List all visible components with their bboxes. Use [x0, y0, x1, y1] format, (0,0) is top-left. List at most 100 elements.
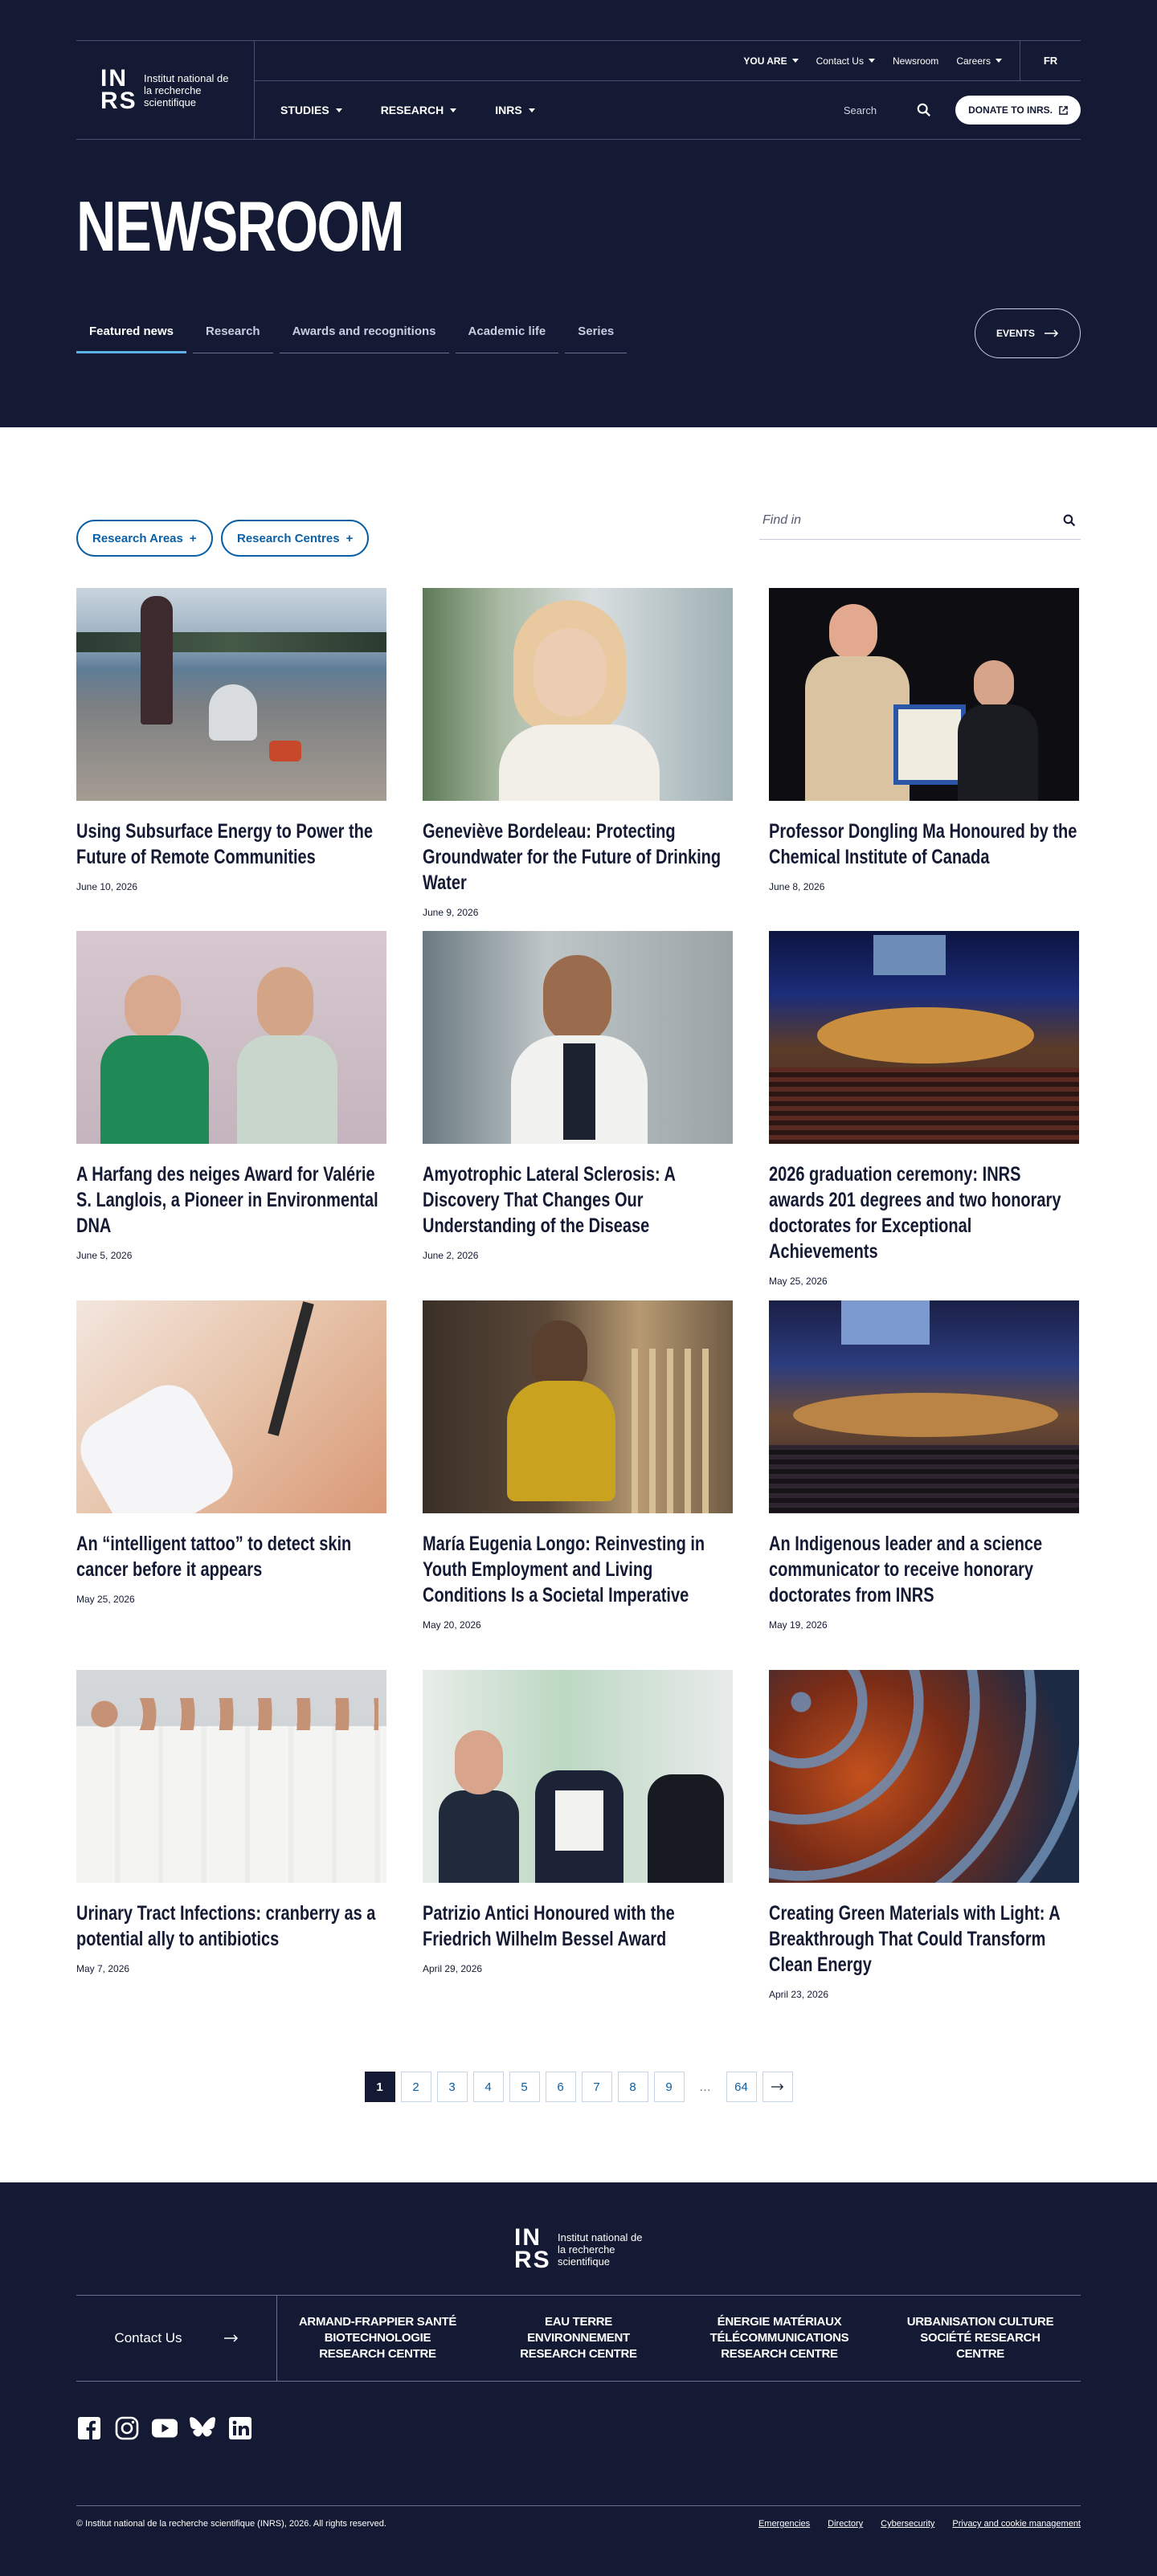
news-card[interactable]: 2026 graduation ceremony: INRS awards 20… [769, 931, 1079, 1300]
centre-ete[interactable]: EAU TERRE ENVIRONNEMENT RESEARCH CENTRE [478, 2296, 679, 2381]
news-title[interactable]: An Indigenous leader and a science commu… [769, 1531, 1077, 1608]
news-title[interactable]: Geneviève Bordeleau: Protecting Groundwa… [423, 819, 731, 896]
tab-awards[interactable]: Awards and recognitions [279, 315, 449, 353]
page-64[interactable]: 64 [726, 2072, 757, 2102]
nav-inrs[interactable]: INRS [495, 104, 535, 116]
page-6[interactable]: 6 [545, 2072, 576, 2102]
news-date: June 9, 2026 [423, 907, 479, 918]
news-title[interactable]: Professor Dongling Ma Honoured by the Ch… [769, 819, 1077, 870]
news-image[interactable] [76, 931, 386, 1144]
logo-mark: IN RS [100, 65, 137, 114]
research-centres-nav: Contact Us ARMAND-FRAPPIER SANTÉ BIOTECH… [76, 2295, 1081, 2382]
news-image[interactable] [76, 1670, 386, 1883]
footer-contact-link[interactable]: Contact Us [76, 2296, 277, 2381]
news-image[interactable] [769, 931, 1079, 1144]
linkedin-icon[interactable] [227, 2415, 253, 2441]
news-image[interactable] [423, 1670, 733, 1883]
tab-academic-life[interactable]: Academic life [455, 315, 559, 353]
language-switch[interactable]: FR [1020, 40, 1081, 81]
nav-studies[interactable]: STUDIES [280, 104, 342, 116]
news-title[interactable]: 2026 graduation ceremony: INRS awards 20… [769, 1161, 1077, 1264]
page-5[interactable]: 5 [509, 2072, 540, 2102]
news-image[interactable] [76, 1300, 386, 1513]
facebook-icon[interactable] [76, 2415, 102, 2441]
news-card[interactable]: Professor Dongling Ma Honoured by the Ch… [769, 588, 1079, 931]
logo-text: Institut national de la recherche scient… [144, 71, 229, 108]
news-title[interactable]: Amyotrophic Lateral Sclerosis: A Discove… [423, 1161, 731, 1239]
news-title[interactable]: María Eugenia Longo: Reinvesting in Yout… [423, 1531, 731, 1608]
site-footer: IN RS Institut national de la recherche s… [0, 2182, 1157, 2576]
search-placeholder: Find in [762, 512, 802, 527]
page-2[interactable]: 2 [400, 2072, 431, 2102]
link-directory[interactable]: Directory [828, 2519, 863, 2529]
news-image[interactable] [423, 588, 733, 801]
news-image[interactable] [769, 588, 1079, 801]
social-links [76, 2415, 253, 2441]
news-card[interactable]: An Indigenous leader and a science commu… [769, 1300, 1079, 1670]
page-1[interactable]: 1 [364, 2072, 395, 2102]
news-card[interactable]: Geneviève Bordeleau: Protecting Groundwa… [423, 588, 733, 931]
news-image[interactable] [423, 1300, 733, 1513]
news-title[interactable]: An “intelligent tattoo” to detect skin c… [76, 1531, 385, 1582]
news-date: June 5, 2026 [76, 1250, 133, 1261]
page-8[interactable]: 8 [617, 2072, 648, 2102]
news-card[interactable]: Creating Green Materials with Light: A B… [769, 1670, 1079, 2039]
tab-research[interactable]: Research [193, 315, 273, 353]
instagram-icon[interactable] [114, 2415, 140, 2441]
util-contact-us[interactable]: Contact Us [816, 55, 875, 67]
header-search-label[interactable]: Search [844, 104, 877, 116]
news-card[interactable]: Using Subsurface Energy to Power the Fut… [76, 588, 386, 931]
tab-featured-news[interactable]: Featured news [76, 315, 187, 353]
news-image[interactable] [76, 588, 386, 801]
util-newsroom[interactable]: Newsroom [893, 55, 938, 67]
research-centres-button[interactable]: Research Centres + [221, 520, 370, 557]
news-image[interactable] [423, 931, 733, 1144]
news-date: May 20, 2026 [423, 1619, 481, 1631]
util-you-are[interactable]: YOU ARE [743, 55, 799, 67]
news-title[interactable]: Patrizio Antici Honoured with the Friedr… [423, 1900, 731, 1952]
link-privacy[interactable]: Privacy and cookie management [952, 2519, 1081, 2529]
news-card[interactable]: María Eugenia Longo: Reinvesting in Yout… [423, 1300, 733, 1670]
nav-research[interactable]: RESEARCH [381, 104, 457, 116]
site-logo[interactable]: IN RS Institut national de la recherche s… [76, 41, 255, 139]
page-3[interactable]: 3 [436, 2072, 468, 2102]
search-icon[interactable] [1063, 514, 1076, 527]
tab-series[interactable]: Series [565, 315, 628, 353]
page-4[interactable]: 4 [472, 2072, 504, 2102]
news-title[interactable]: Creating Green Materials with Light: A B… [769, 1900, 1077, 1978]
news-image[interactable] [769, 1300, 1079, 1513]
news-title[interactable]: A Harfang des neiges Award for Valérie S… [76, 1161, 385, 1239]
news-card[interactable]: Urinary Tract Infections: cranberry as a… [76, 1670, 386, 2039]
news-card[interactable]: A Harfang des neiges Award for Valérie S… [76, 931, 386, 1300]
page-9[interactable]: 9 [653, 2072, 685, 2102]
donate-label: DONATE TO INRS. [968, 104, 1053, 116]
search-icon[interactable] [917, 103, 931, 117]
news-image[interactable] [769, 1670, 1079, 1883]
research-areas-button[interactable]: Research Areas + [76, 520, 213, 557]
news-card[interactable]: An “intelligent tattoo” to detect skin c… [76, 1300, 386, 1670]
centre-ucs[interactable]: URBANISATION CULTURE SOCIÉTÉ RESEARCH CE… [880, 2296, 1081, 2381]
donate-button[interactable]: DONATE TO INRS. [955, 96, 1081, 125]
util-careers[interactable]: Careers [956, 55, 1002, 67]
news-row: Urinary Tract Infections: cranberry as a… [76, 1670, 1081, 2039]
footer-logo[interactable]: IN RS Institut national de la recherche s… [514, 2226, 646, 2272]
util-contact-us-label: Contact Us [816, 55, 864, 67]
news-title[interactable]: Urinary Tract Infections: cranberry as a… [76, 1900, 385, 1952]
page-7[interactable]: 7 [581, 2072, 612, 2102]
link-cybersecurity[interactable]: Cybersecurity [881, 2519, 934, 2529]
news-title[interactable]: Using Subsurface Energy to Power the Fut… [76, 819, 385, 870]
news-card[interactable]: Patrizio Antici Honoured with the Friedr… [423, 1670, 733, 2039]
bluesky-icon[interactable] [190, 2415, 215, 2441]
next-page-button[interactable] [762, 2072, 793, 2102]
page-title: NEWSROOM [76, 186, 405, 266]
youtube-icon[interactable] [152, 2415, 178, 2441]
news-date: June 2, 2026 [423, 1250, 479, 1261]
centre-emt[interactable]: ÉNERGIE MATÉRIAUX TÉLÉCOMMUNICATIONS RES… [679, 2296, 880, 2381]
chevron-down-icon [450, 108, 457, 112]
events-button[interactable]: EVENTS [975, 308, 1081, 358]
news-card[interactable]: Amyotrophic Lateral Sclerosis: A Discove… [423, 931, 733, 1300]
centre-afsb[interactable]: ARMAND-FRAPPIER SANTÉ BIOTECHNOLOGIE RES… [277, 2296, 478, 2381]
search-input[interactable]: Find in [759, 501, 1081, 540]
copyright: © Institut national de la recherche scie… [76, 2519, 386, 2529]
link-emergencies[interactable]: Emergencies [758, 2519, 810, 2529]
